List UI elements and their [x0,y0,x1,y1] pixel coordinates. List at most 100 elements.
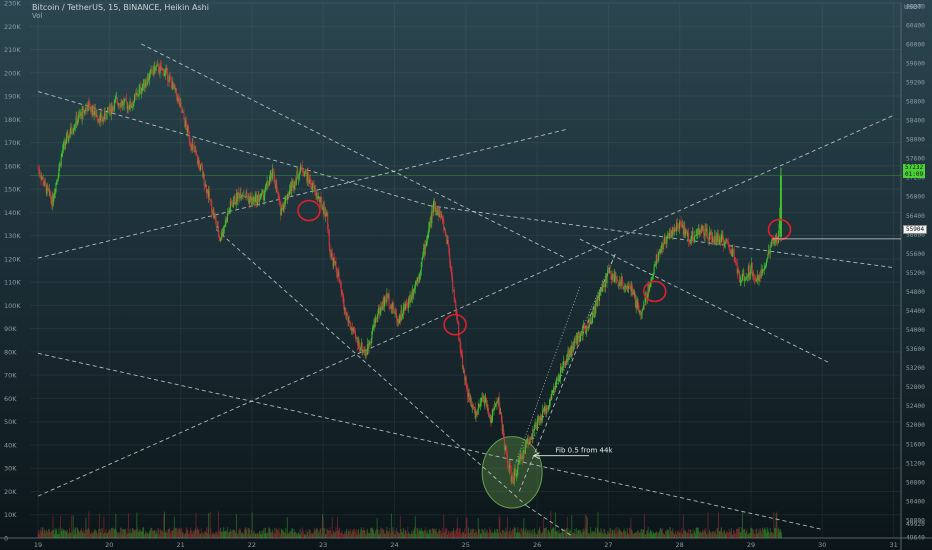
candle-body [428,227,430,233]
candle-body [555,381,557,388]
candle-body [49,189,51,196]
candle-body [641,309,643,313]
candle-body [384,296,386,302]
candle-body [231,203,233,206]
candle-body [300,164,303,167]
candle-body [497,401,499,403]
candle-body [480,398,482,404]
candle-body [107,107,109,111]
candle-body [459,340,461,348]
candle-body [137,95,139,97]
candle-body [552,390,554,393]
candle-body [562,366,564,369]
candle-body [339,280,341,283]
candle-body [88,101,90,103]
candle-body [527,438,529,445]
price-tick-label: 58000 [906,137,925,144]
volume-tick-label: 40K [4,441,17,449]
candle-body [280,208,282,216]
candle-body [193,147,196,152]
candle-body [706,228,708,239]
candle-body [148,79,150,81]
candle-body [141,87,143,93]
candle-body [501,420,503,431]
candle-body [364,351,366,355]
candle-body [690,240,692,243]
candle-body [235,202,237,204]
candle-body [354,330,356,333]
candle-body [733,250,735,261]
candle-body [288,190,291,196]
candle-body [754,278,756,280]
candle-body [402,313,404,317]
candle-body [443,220,445,230]
candle-body [259,199,261,202]
candle-body [346,314,348,317]
candle-body [263,195,265,200]
price-chart[interactable]: 230K 220K 210K 200K 190K 180K 170K 160K 150K 140K… [0,0,932,550]
candle-body [506,454,508,463]
candle-body [38,169,41,175]
candle-body [436,213,438,215]
annotation-text[interactable]: Fib 0.5 from 44k [556,447,614,455]
candle-body [241,195,243,198]
candle-body [214,216,216,220]
candle-body [71,126,73,133]
candle-body [144,84,146,88]
candle-body [411,297,413,300]
bottom-highlight-circle[interactable] [481,436,543,509]
candle-body [518,460,520,464]
candle-body [535,422,537,426]
volume-tick-label: 30K [4,465,17,473]
candle-body [749,274,751,275]
candle-body [491,420,493,423]
reference-price-tag: 55904 [903,225,928,234]
candle-body [439,211,441,214]
candle-body [338,272,340,281]
candle-body [302,171,304,175]
candle-body [765,260,767,266]
candle-body [472,405,474,408]
candle-body [341,291,343,294]
candle-body [271,168,273,179]
candle-body [223,227,225,233]
candle-body [504,448,506,450]
candle-body [680,221,682,226]
candle-body [175,88,178,96]
candle-body [585,331,587,333]
candle-body [579,336,581,341]
candle-body [54,191,56,194]
candle-body [229,210,231,212]
date-tick-label: 24 [390,541,398,549]
candle-body [512,476,514,481]
volume-bar [643,513,645,538]
price-tick-label: 53200 [906,365,925,372]
candle-body [674,228,676,230]
candle-body [649,286,651,291]
price-tick-label: 60400 [906,22,925,29]
candle-body [65,136,67,144]
candle-body [261,192,263,194]
volume-tick-label: 110K [4,279,21,287]
candle-body [739,281,741,283]
candle-body [533,428,535,431]
candle-body [738,271,741,283]
candle-body [435,207,437,215]
candle-body [396,313,398,320]
candle-body [425,241,428,246]
candle-body [640,312,642,315]
price-tick-label: 55200 [906,270,925,277]
candle-body [96,114,98,119]
candle-body [596,299,598,306]
candle-body [448,246,450,255]
candle-body [445,232,447,237]
candle-body [493,409,495,411]
candle-body [461,355,464,369]
bottom-highlight-layer[interactable] [481,436,543,509]
candle-body [189,140,191,143]
candle-body [582,325,584,336]
candle-body [232,202,234,207]
candle-body [301,166,303,172]
date-tick-label: 27 [604,541,612,549]
candle-body [264,191,266,196]
